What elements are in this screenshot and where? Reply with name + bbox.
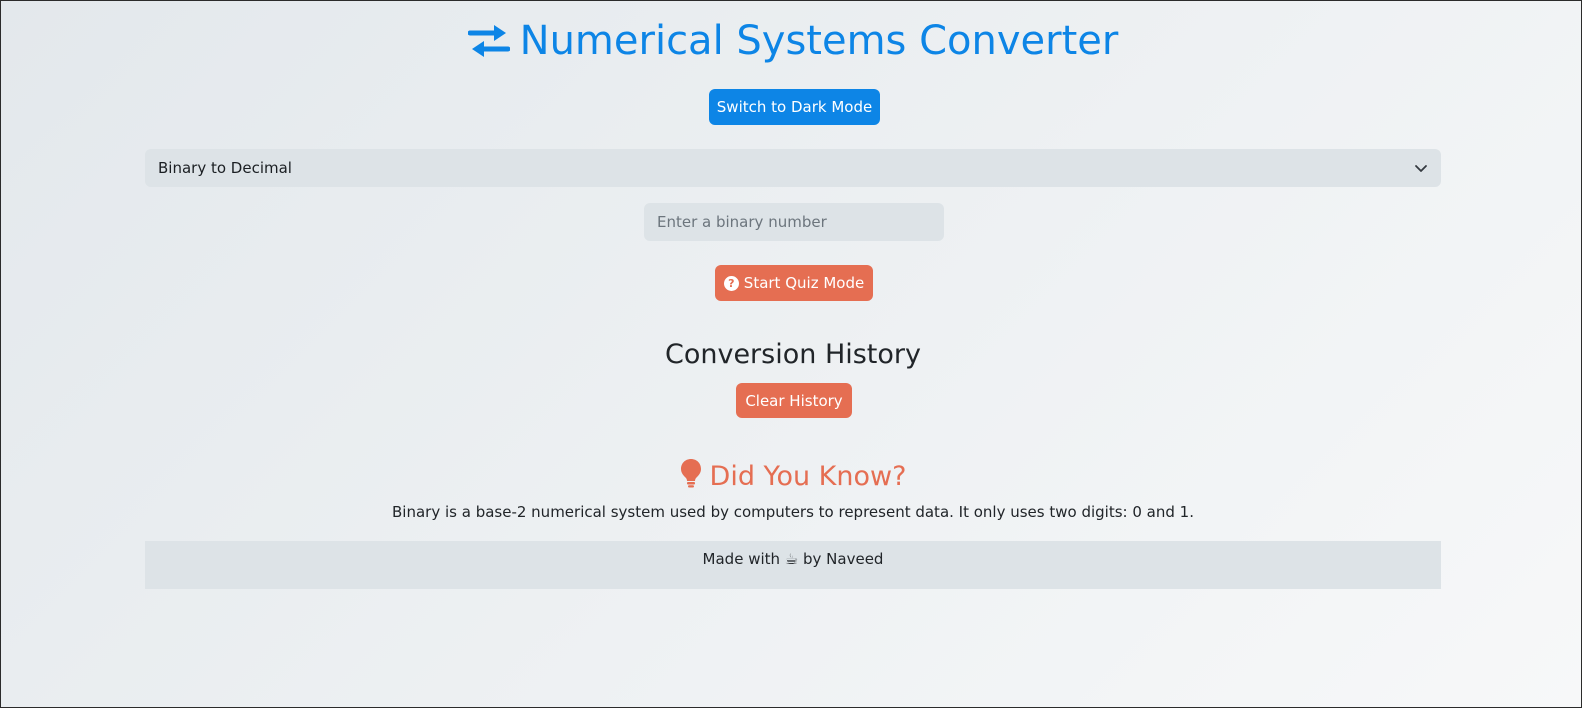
- lightbulb-icon: [680, 458, 702, 495]
- conversion-mode-select[interactable]: Binary to Decimal: [145, 149, 1441, 187]
- conversion-mode-selected: Binary to Decimal: [158, 159, 292, 177]
- did-you-know-title: Did You Know?: [145, 457, 1441, 495]
- footer: Made with ☕ by Naveed: [145, 541, 1441, 589]
- footer-text: Made with ☕ by Naveed: [702, 550, 884, 568]
- page-title-text: Numerical Systems Converter: [519, 18, 1119, 64]
- number-input[interactable]: [644, 203, 944, 241]
- start-quiz-label: Start Quiz Mode: [743, 274, 865, 292]
- history-title: Conversion History: [664, 339, 921, 370]
- start-quiz-button[interactable]: ? Start Quiz Mode: [715, 265, 873, 301]
- did-you-know-text: Binary is a base-2 numerical system used…: [392, 503, 1194, 521]
- clear-history-button[interactable]: Clear History: [736, 383, 852, 418]
- page-title: Numerical Systems Converter: [145, 15, 1441, 67]
- question-circle-icon: ?: [723, 275, 739, 291]
- exchange-arrows-icon: [467, 23, 510, 59]
- dark-mode-toggle-button[interactable]: Switch to Dark Mode: [709, 89, 880, 125]
- chevron-down-icon: [1413, 160, 1429, 180]
- did-you-know-title-text: Did You Know?: [709, 460, 907, 492]
